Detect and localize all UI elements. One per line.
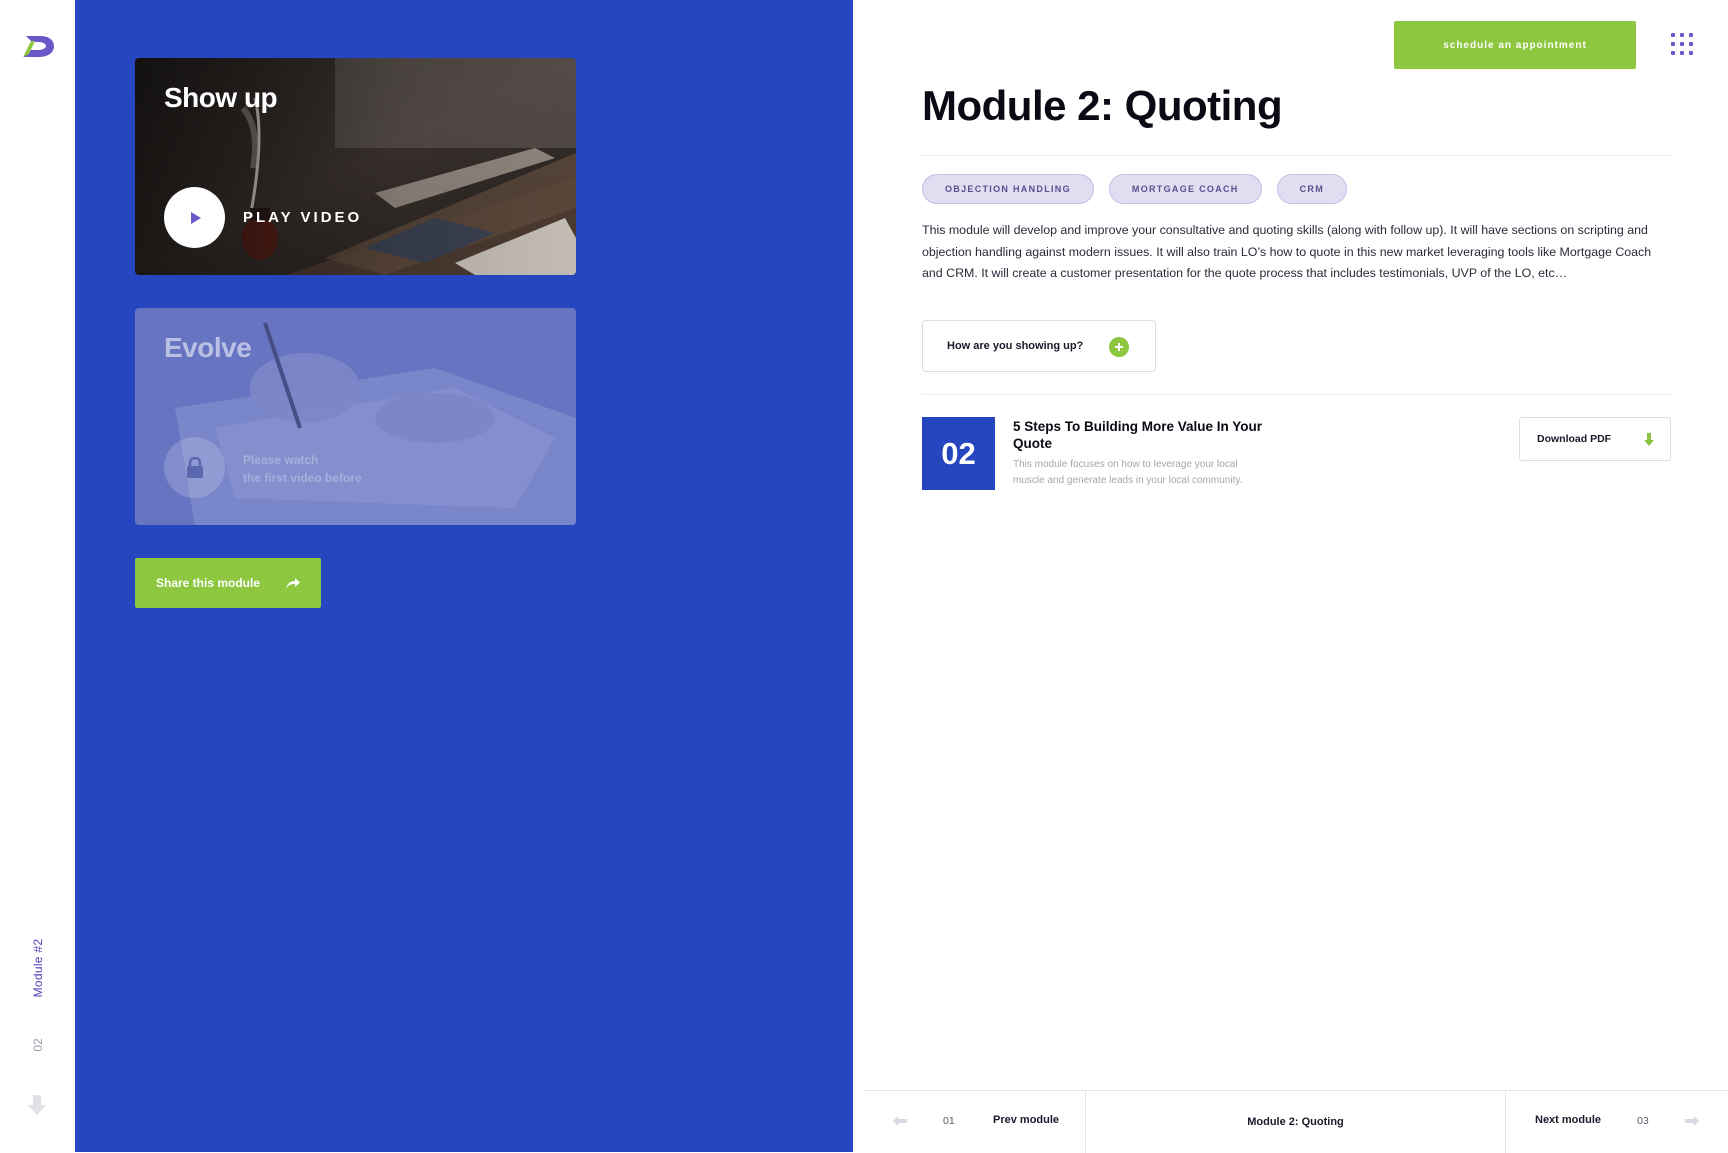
grid-menu-icon[interactable] bbox=[1671, 33, 1693, 55]
module-description: This module will develop and improve you… bbox=[922, 223, 1652, 280]
tag-crm[interactable]: CRM bbox=[1276, 174, 1348, 204]
plus-circle-icon bbox=[1109, 337, 1129, 357]
share-module-button[interactable]: Share this module bbox=[135, 558, 321, 608]
next-module-link[interactable]: Next module 03 bbox=[1506, 1091, 1728, 1153]
how-are-you-showing-up-button[interactable]: How are you showing up? bbox=[922, 320, 1156, 372]
play-button[interactable] bbox=[164, 187, 225, 248]
video-card-evolve: Evolve Please watch the first video befo… bbox=[135, 308, 576, 525]
lesson-number-badge: 02 bbox=[922, 417, 995, 490]
share-button-label: Share this module bbox=[156, 576, 261, 590]
module-indicator-number: 02 bbox=[31, 1038, 45, 1052]
lock-icon bbox=[186, 456, 203, 478]
page-title: Module 2: Quoting bbox=[922, 82, 1283, 129]
divider bbox=[922, 155, 1672, 156]
arrow-left-icon bbox=[893, 1116, 907, 1126]
tag-objection-handling[interactable]: OBJECTION HANDLING bbox=[922, 174, 1094, 204]
schedule-appointment-button[interactable]: schedule an appointment bbox=[1394, 21, 1636, 69]
brand-logo[interactable] bbox=[20, 32, 56, 60]
next-module-label: Next module bbox=[1535, 1114, 1602, 1126]
lesson-description: This module focuses on how to leverage y… bbox=[1013, 459, 1243, 486]
module-pagination: 01 Prev module Module 2: Quoting Next mo… bbox=[864, 1090, 1728, 1153]
tag-mortgage-coach[interactable]: MORTGAGE COACH bbox=[1108, 174, 1262, 204]
lock-badge bbox=[164, 437, 225, 498]
prev-module-link[interactable]: 01 Prev module bbox=[864, 1091, 1086, 1153]
share-arrow-icon bbox=[286, 577, 300, 589]
play-video-label[interactable]: PLAY VIDEO bbox=[243, 209, 362, 226]
locked-message: Please watch the first video before bbox=[243, 453, 362, 485]
arrow-down-icon[interactable] bbox=[26, 1093, 48, 1117]
download-arrow-icon bbox=[1644, 433, 1654, 446]
video-title: Show up bbox=[164, 82, 278, 113]
divider bbox=[922, 394, 1672, 395]
tag-list: OBJECTION HANDLING MORTGAGE COACH CRM bbox=[922, 174, 1348, 204]
module-indicator-label: Module #2 bbox=[31, 938, 45, 997]
prev-module-number: 01 bbox=[943, 1115, 955, 1127]
lesson-title: 5 Steps To Building More Value In Your Q… bbox=[1013, 419, 1263, 451]
play-icon bbox=[190, 211, 201, 224]
download-pdf-button[interactable]: Download PDF bbox=[1519, 417, 1671, 461]
video-panel: Show up PLAY VIDEO Evolve Please watch t… bbox=[75, 0, 853, 1152]
showup-label: How are you showing up? bbox=[947, 340, 1084, 352]
current-module-label: Module 2: Quoting bbox=[1086, 1091, 1506, 1153]
module-content: schedule an appointment Module 2: Quotin… bbox=[853, 0, 1728, 1152]
download-label: Download PDF bbox=[1537, 433, 1612, 445]
left-rail: Module #2 02 bbox=[0, 0, 75, 1152]
arrow-right-icon bbox=[1685, 1116, 1699, 1126]
video-title: Evolve bbox=[164, 332, 252, 363]
prev-module-label: Prev module bbox=[993, 1114, 1060, 1126]
video-card-show-up[interactable]: Show up PLAY VIDEO bbox=[135, 58, 576, 275]
next-module-number: 03 bbox=[1637, 1115, 1649, 1127]
